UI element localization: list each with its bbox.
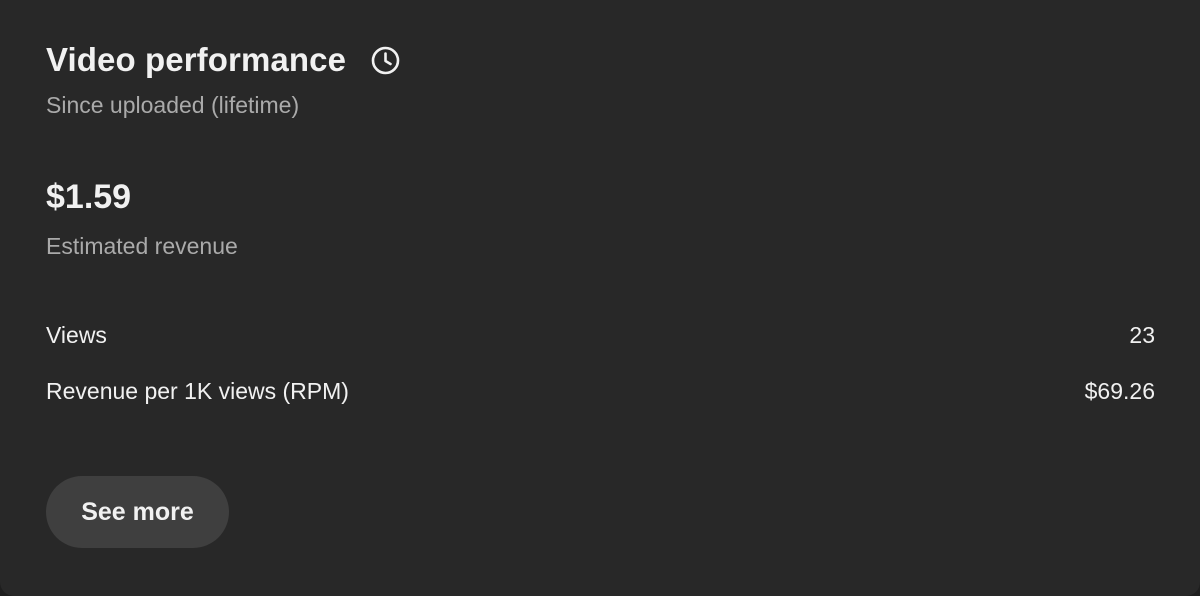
metric-row-rpm: Revenue per 1K views (RPM) $69.26 bbox=[46, 378, 1155, 405]
video-performance-card: Video performance Since uploaded (lifeti… bbox=[0, 0, 1200, 596]
estimated-revenue-value: $1.59 bbox=[46, 178, 132, 216]
see-more-button[interactable]: See more bbox=[46, 476, 229, 548]
metric-value-rpm: $69.26 bbox=[1084, 378, 1155, 404]
metric-label-views: Views bbox=[46, 322, 107, 348]
clock-icon[interactable] bbox=[370, 45, 401, 76]
metric-value-views: 23 bbox=[1129, 322, 1155, 348]
card-subtitle: Since uploaded (lifetime) bbox=[46, 92, 300, 118]
metric-row-views: Views 23 bbox=[46, 322, 1155, 349]
card-title: Video performance bbox=[46, 41, 347, 78]
card-header: Video performance bbox=[46, 38, 401, 82]
metric-label-rpm: Revenue per 1K views (RPM) bbox=[46, 378, 349, 404]
estimated-revenue-label: Estimated revenue bbox=[46, 233, 238, 259]
